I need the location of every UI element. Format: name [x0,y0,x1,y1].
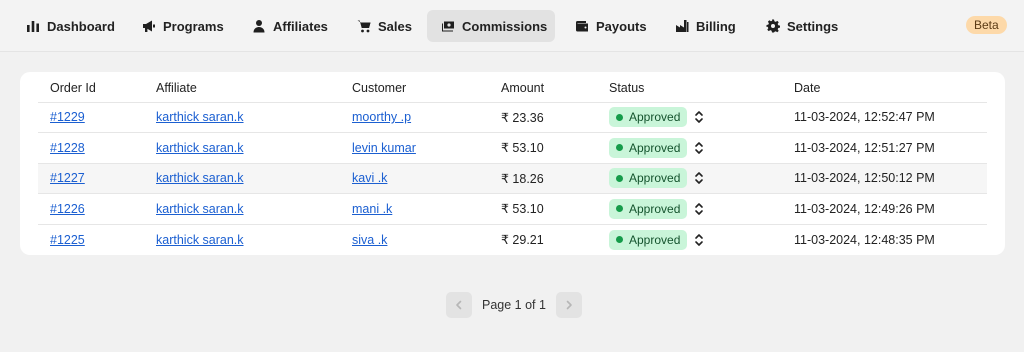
nav-affiliates[interactable]: Affiliates [238,10,342,42]
status-label: Approved [629,201,681,216]
top-nav: Dashboard Programs Affiliates Sales Comm… [0,0,1024,52]
commissions-card: Order Id Affiliate Customer Amount Statu… [20,72,1005,255]
table-row: #1226 karthick saran.k mani .k ₹ 53.10 A… [38,193,987,225]
status-label: Approved [629,171,681,186]
header-date: Date [794,72,987,103]
page-indicator: Page 1 of 1 [482,298,546,312]
status-badge: Approved [609,229,688,250]
table-row: #1229 karthick saran.k moorthy .p ₹ 23.3… [38,102,987,133]
table-row: #1228 karthick saran.k levin kumar ₹ 53.… [38,132,987,164]
order-id-link[interactable]: #1226 [50,202,85,216]
nav-commissions-label: Commissions [462,18,548,34]
order-id-link[interactable]: #1229 [50,110,85,124]
order-id-link[interactable]: #1225 [50,233,85,247]
status-dot [616,113,623,121]
status-select-chevron-icon[interactable] [693,141,705,155]
table-header-row: Order Id Affiliate Customer Amount Statu… [38,72,987,103]
prev-page-button[interactable] [446,292,472,318]
affiliate-link[interactable]: karthick saran.k [156,233,244,247]
date-cell: 11-03-2024, 12:52:47 PM [794,102,987,133]
wallet-icon [576,21,588,32]
pagination: Page 1 of 1 [446,292,582,318]
status-dot [616,144,623,152]
customer-link[interactable]: kavi .k [352,171,387,185]
nav-sales[interactable]: Sales [343,10,426,42]
amount-cell: ₹ 53.10 [501,132,609,164]
header-status: Status [609,72,794,103]
status-label: Approved [629,110,681,125]
status-select-chevron-icon[interactable] [693,202,705,216]
customer-link[interactable]: levin kumar [352,141,416,155]
nav-sales-label: Sales [378,18,412,34]
chevron-right-icon [566,300,572,310]
amount-cell: ₹ 53.10 [501,193,609,225]
customer-link[interactable]: moorthy .p [352,110,411,124]
table-row: #1227 karthick saran.k kavi .k ₹ 18.26 A… [38,163,987,194]
affiliate-link[interactable]: karthick saran.k [156,110,244,124]
nav-dashboard-label: Dashboard [47,18,115,34]
nav-payouts-label: Payouts [596,18,647,34]
next-page-button[interactable] [555,292,582,318]
date-cell: 11-03-2024, 12:49:26 PM [794,193,987,225]
customer-link[interactable]: mani .k [352,202,392,216]
customer-link[interactable]: siva .k [352,233,387,247]
gear-icon [766,19,780,33]
header-affiliate: Affiliate [156,72,352,103]
status-badge: Approved [609,198,688,219]
status-select-chevron-icon[interactable] [693,110,705,124]
affiliate-link[interactable]: karthick saran.k [156,171,244,185]
factory-icon [676,20,689,32]
table-row: #1225 karthick saran.k siva .k ₹ 29.21 A… [38,224,987,255]
status-select-chevron-icon[interactable] [693,233,705,247]
status-dot [616,174,623,182]
nav-settings[interactable]: Settings [752,10,852,42]
nav-payouts[interactable]: Payouts [561,10,661,42]
nav-programs-label: Programs [163,18,224,34]
status-label: Approved [629,232,681,247]
user-icon [253,20,265,33]
cart-icon [357,20,371,33]
status-badge: Approved [609,137,688,158]
status-dot [616,236,623,243]
amount-cell: ₹ 18.26 [501,163,609,194]
beta-badge: Beta [966,16,1007,34]
status-badge: Approved [609,107,688,128]
order-id-link[interactable]: #1227 [50,171,85,185]
date-cell: 11-03-2024, 12:50:12 PM [794,163,987,194]
commissions-table: Order Id Affiliate Customer Amount Statu… [38,72,987,255]
header-customer: Customer [352,72,501,103]
nav-affiliates-label: Affiliates [273,18,328,34]
amount-cell: ₹ 29.21 [501,233,544,247]
nav-settings-label: Settings [787,18,839,34]
affiliate-link[interactable]: karthick saran.k [156,141,244,155]
nav-commissions[interactable]: Commissions [427,10,555,42]
nav-billing-label: Billing [696,18,736,34]
header-order-id: Order Id [38,72,156,103]
nav-programs[interactable]: Programs [128,10,238,42]
order-id-link[interactable]: #1228 [50,141,85,155]
status-label: Approved [629,140,681,155]
nav-dashboard[interactable]: Dashboard [12,10,129,42]
status-select-chevron-icon[interactable] [693,171,705,185]
nav-billing[interactable]: Billing [661,10,750,42]
megaphone-icon [143,20,155,32]
date-cell: 11-03-2024, 12:51:27 PM [794,132,987,164]
status-dot [616,205,623,213]
amount-cell: ₹ 23.36 [501,102,609,133]
bar-chart-icon [27,21,39,32]
affiliate-link[interactable]: karthick saran.k [156,202,244,216]
header-amount: Amount [501,72,609,103]
status-badge: Approved [609,168,688,189]
chevron-left-icon [456,300,462,310]
date-cell: 11-03-2024, 12:48:35 PM [794,232,935,247]
money-icon [442,21,454,32]
